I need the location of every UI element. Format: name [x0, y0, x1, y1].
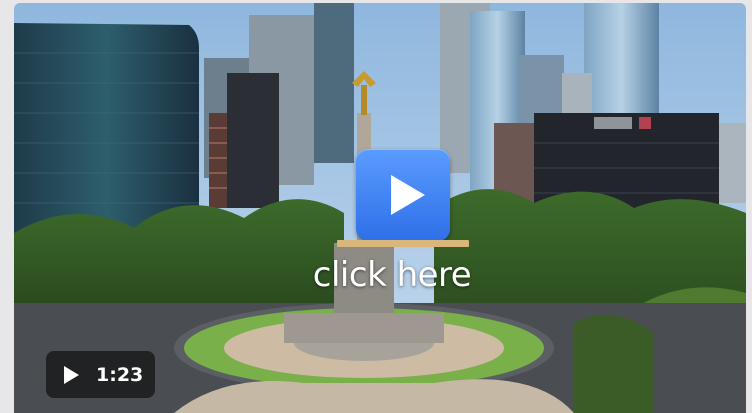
play-icon	[391, 175, 425, 215]
video-duration: 1:23	[96, 363, 144, 386]
big-play-button[interactable]	[356, 149, 450, 241]
click-here-link[interactable]: click here	[292, 255, 492, 295]
video-player[interactable]: click here 1:23	[14, 3, 746, 413]
accent-bar	[337, 240, 469, 247]
play-icon	[64, 365, 79, 384]
page-frame: click here 1:23	[0, 0, 752, 413]
duration-play-badge[interactable]: 1:23	[46, 351, 155, 398]
